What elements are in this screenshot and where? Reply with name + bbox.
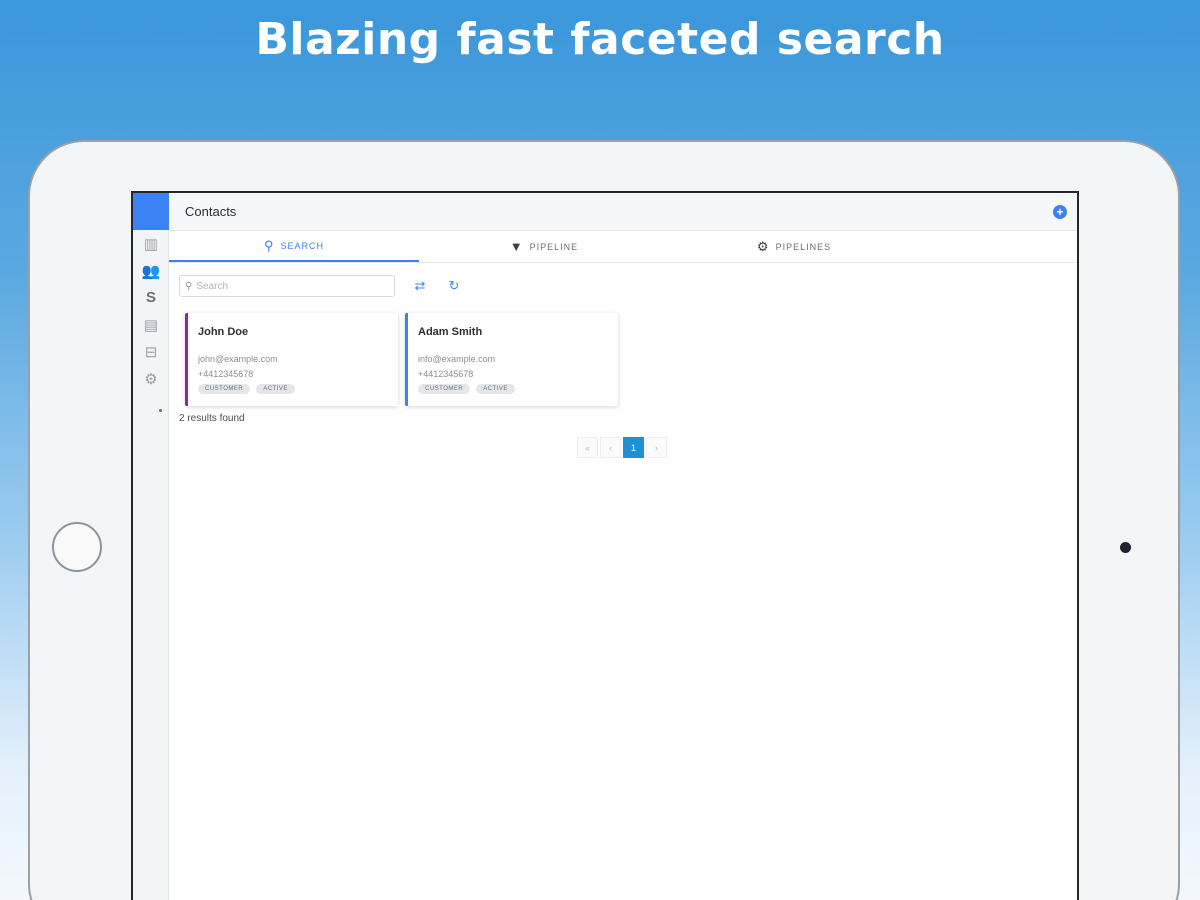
gear-icon: ⚙ [756,238,770,254]
contact-email: john@example.com [198,354,278,364]
tag-badge: ACTIVE [476,384,515,394]
card-accent [185,313,188,406]
first-page-button[interactable]: « [577,437,598,458]
sidebar-item-companies[interactable]: ▥ [133,230,169,257]
search-input[interactable] [196,280,387,292]
contact-phone: +4412345678 [418,369,474,379]
building-icon: ▥ [143,235,159,253]
inbox-icon: ⊟ [144,343,158,361]
pagination: « ‹ 1 › [577,437,667,458]
card-accent [405,313,408,406]
camera-dot [1120,542,1131,553]
dollar-icon: S [145,289,156,306]
contact-card[interactable]: Adam Smith info@example.com +4412345678 … [405,313,618,406]
page-1-button[interactable]: 1 [623,437,644,458]
sidebar-item-contacts[interactable]: 👥 [133,257,169,284]
tag-badge: ACTIVE [256,384,295,394]
tab-pipelines[interactable]: ⚙ PIPELINES [669,231,919,262]
gear-icon: ⚙ [144,370,158,388]
contact-cards: John Doe john@example.com +4412345678 CU… [185,313,618,406]
sidebar-item-deals[interactable]: S [133,284,169,311]
sidebar-item-calendar[interactable]: ▤ [133,311,169,338]
contact-card[interactable]: John Doe john@example.com +4412345678 CU… [185,313,398,406]
contact-phone: +4412345678 [198,369,254,379]
home-button[interactable] [52,522,102,572]
next-page-button[interactable]: › [646,437,667,458]
contact-email: info@example.com [418,354,496,364]
tab-pipelines-label: PIPELINES [775,241,832,252]
sidebar: ▥ 👥 S ▤ ⊟ ⚙ [133,193,169,900]
app-screen: ▥ 👥 S ▤ ⊟ ⚙ Contacts + ⚲ SEARCH ▼ PIPELI… [131,191,1079,900]
search-toolbar: ⚲ ⇄ ↻ [179,275,463,297]
contact-name: John Doe [198,326,249,338]
tab-pipeline-label: PIPELINE [529,241,579,252]
add-contact-button[interactable]: + [1053,204,1067,219]
tab-bar: ⚲ SEARCH ▼ PIPELINE ⚙ PIPELINES [169,231,1077,263]
refresh-button[interactable]: ↻ [445,278,463,294]
sliders-icon: ⇄ [414,278,426,293]
plus-circle-icon: + [1056,204,1064,219]
refresh-icon: ↻ [448,278,460,293]
sidebar-item-settings[interactable]: ⚙ [133,365,169,392]
contact-tags: CUSTOMER ACTIVE [198,384,386,394]
filters-button[interactable]: ⇄ [411,278,429,294]
search-field[interactable]: ⚲ [179,275,395,297]
results-count: 2 results found [179,413,245,424]
search-icon: ⚲ [263,237,275,253]
tablet-frame: ▥ 👥 S ▤ ⊟ ⚙ Contacts + ⚲ SEARCH ▼ PIPELI… [28,140,1180,900]
tab-search[interactable]: ⚲ SEARCH [169,231,419,262]
search-icon: ⚲ [185,280,193,292]
filter-icon: ▼ [509,239,524,254]
contact-name: Adam Smith [418,326,483,338]
app-logo[interactable] [133,193,169,230]
sidebar-dot [159,409,162,412]
calendar-icon: ▤ [143,316,159,334]
contact-tags: CUSTOMER ACTIVE [418,384,606,394]
headline: Blazing fast faceted search [255,14,945,65]
tag-badge: CUSTOMER [418,384,471,394]
tab-search-label: SEARCH [280,240,325,251]
prev-page-button[interactable]: ‹ [600,437,621,458]
contacts-icon: 👥 [141,262,161,280]
tag-badge: CUSTOMER [198,384,251,394]
tab-pipeline[interactable]: ▼ PIPELINE [419,231,669,262]
top-bar: Contacts + [169,193,1077,231]
sidebar-item-inbox[interactable]: ⊟ [133,338,169,365]
page-title: Contacts [185,204,237,219]
